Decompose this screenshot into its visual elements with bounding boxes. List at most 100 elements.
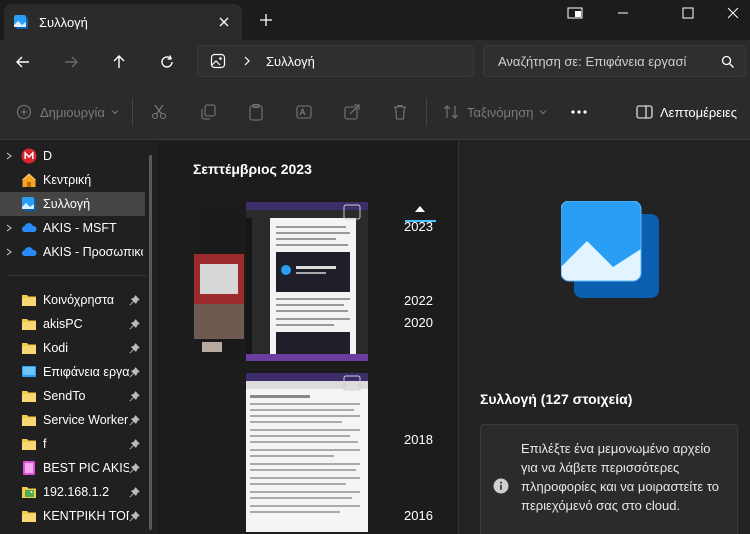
snap-button[interactable] — [560, 4, 590, 22]
delete-button[interactable] — [391, 102, 409, 122]
folder-icon — [22, 439, 36, 450]
sidebar-item-label: D — [43, 149, 53, 163]
sidebar-item-service-worker[interactable]: Service Worker — [0, 408, 145, 432]
sidebar-item-gallery[interactable]: Συλλογή — [0, 192, 145, 216]
close-icon[interactable] — [216, 14, 232, 30]
sidebar-item-onedrive-msft[interactable]: AKIS - MSFT — [0, 216, 145, 240]
search-input[interactable]: Αναζήτηση σε: Επιφάνεια εργασί — [483, 45, 746, 77]
gallery-icon — [561, 201, 659, 298]
pin-icon — [129, 318, 140, 329]
mega-icon — [21, 148, 37, 164]
breadcrumb-gallery[interactable]: Συλλογή — [266, 54, 315, 69]
up-button[interactable] — [108, 51, 130, 73]
sidebar-item-shared[interactable]: Κοινόχρηστα — [0, 288, 145, 312]
tab-title: Συλλογή — [39, 14, 88, 30]
address-bar[interactable]: Συλλογή — [197, 45, 474, 77]
folder-icon — [22, 391, 36, 402]
cut-button[interactable] — [150, 102, 168, 122]
photo-thumbnail[interactable] — [194, 373, 368, 532]
tab-gallery[interactable]: Συλλογή — [4, 4, 242, 40]
new-label: Δημιουργία — [40, 104, 105, 120]
chevron-right-icon[interactable] — [5, 152, 13, 160]
sidebar-item-label: akisPC — [43, 317, 83, 331]
sort-label: Ταξινόμηση — [467, 104, 534, 120]
command-bar: Δημιουργία Ταξινόμηση Λεπτομέρειες — [0, 84, 750, 140]
sidebar-item-label: Επιφάνεια εργασ — [43, 365, 129, 379]
sidebar-item-label: Service Worker — [43, 413, 129, 427]
sort-icon — [443, 105, 459, 119]
image-icon — [210, 53, 226, 69]
onedrive-icon — [21, 247, 37, 256]
rename-icon — [296, 105, 312, 119]
refresh-button[interactable] — [156, 51, 178, 73]
sidebar-item-kodi[interactable]: Kodi — [0, 336, 145, 360]
sidebar-item-192-168-1-2[interactable]: 192.168.1.2 — [0, 480, 145, 504]
pink-folder-icon — [23, 461, 35, 475]
home-icon — [22, 173, 36, 187]
chevron-right-icon[interactable] — [242, 56, 252, 66]
arrow-up-icon — [113, 55, 125, 68]
sidebar-item-home[interactable]: Κεντρική — [0, 168, 145, 192]
sidebar-item-onedrive-personal[interactable]: AKIS - Προσωπικό — [0, 240, 145, 264]
maximize-button[interactable] — [673, 4, 703, 22]
sidebar-item-kentriki-topo[interactable]: ΚΕΝΤΡΙΚΗ ΤΟΠΟ — [0, 504, 145, 528]
folder-icon — [22, 511, 36, 522]
folder-icon — [22, 319, 36, 330]
more-icon — [571, 110, 587, 114]
sort-button[interactable]: Ταξινόμηση — [442, 102, 547, 122]
back-button[interactable] — [12, 51, 34, 73]
timeline-up-arrow-icon[interactable] — [414, 205, 426, 213]
pin-icon — [129, 390, 140, 401]
close-window-button[interactable] — [718, 4, 748, 22]
sidebar-item-d[interactable]: D — [0, 144, 145, 168]
sidebar-item-sendto[interactable]: SendTo — [0, 384, 145, 408]
more-options-button[interactable] — [570, 102, 588, 122]
sidebar-scrollbar[interactable] — [149, 155, 152, 530]
forward-button[interactable] — [60, 51, 82, 73]
gallery-view: Σεπτέμβριος 2023 2023 2022 2020 2018 201… — [158, 141, 458, 534]
timeline-year-2018[interactable]: 2018 — [404, 432, 433, 447]
info-message: Επιλέξτε ένα μεμονωμένο αρχείο για να λά… — [480, 424, 738, 534]
folder-icon — [22, 415, 36, 426]
new-tab-icon[interactable] — [257, 11, 275, 29]
timeline-year-2022[interactable]: 2022 — [404, 293, 433, 308]
details-button[interactable]: Λεπτομέρειες — [636, 102, 737, 122]
copy-button[interactable] — [199, 102, 217, 122]
timeline-year-2016[interactable]: 2016 — [404, 508, 433, 523]
folder-icon — [22, 295, 36, 306]
navigation-bar: Συλλογή Αναζήτηση σε: Επιφάνεια εργασί — [0, 40, 750, 84]
folder-icon — [22, 343, 36, 354]
new-button[interactable]: Δημιουργία — [16, 102, 119, 122]
gallery-icon — [14, 15, 28, 29]
close-icon — [727, 7, 739, 19]
timeline-year-2023[interactable]: 2023 — [404, 219, 433, 234]
sidebar-item-label: 192.168.1.2 — [43, 485, 110, 499]
command-separator — [426, 98, 427, 126]
search-icon[interactable] — [721, 55, 735, 69]
pin-icon — [129, 294, 140, 305]
sidebar-item-f[interactable]: f — [0, 432, 145, 456]
snap-icon — [567, 7, 583, 19]
chevron-down-icon — [540, 110, 547, 115]
sidebar-item-best-pic-akis[interactable]: BEST PIC AKIS — [0, 456, 145, 480]
copy-icon — [201, 104, 216, 120]
chevron-right-icon[interactable] — [5, 224, 13, 232]
minimize-icon — [618, 12, 628, 14]
rename-button[interactable] — [295, 102, 313, 122]
chevron-right-icon[interactable] — [5, 248, 13, 256]
scissors-icon — [151, 104, 167, 120]
photo-thumbnail[interactable] — [194, 202, 368, 361]
sidebar-item-desktop[interactable]: Επιφάνεια εργασ — [0, 360, 145, 384]
paste-button[interactable] — [247, 102, 265, 122]
sidebar-item-akispc[interactable]: akisPC — [0, 312, 145, 336]
screenshot-preview-image — [194, 373, 368, 532]
timeline-year-2020[interactable]: 2020 — [404, 315, 433, 330]
pin-icon — [129, 486, 140, 497]
share-button[interactable] — [343, 102, 361, 122]
command-separator — [132, 98, 133, 126]
details-pane: Συλλογή (127 στοιχεία) Επιλέξτε ένα μεμο… — [458, 141, 750, 534]
sidebar-item-label: BEST PIC AKIS — [43, 461, 129, 475]
clipboard-icon — [249, 103, 263, 121]
minimize-button[interactable] — [608, 4, 638, 22]
info-icon — [493, 478, 509, 494]
